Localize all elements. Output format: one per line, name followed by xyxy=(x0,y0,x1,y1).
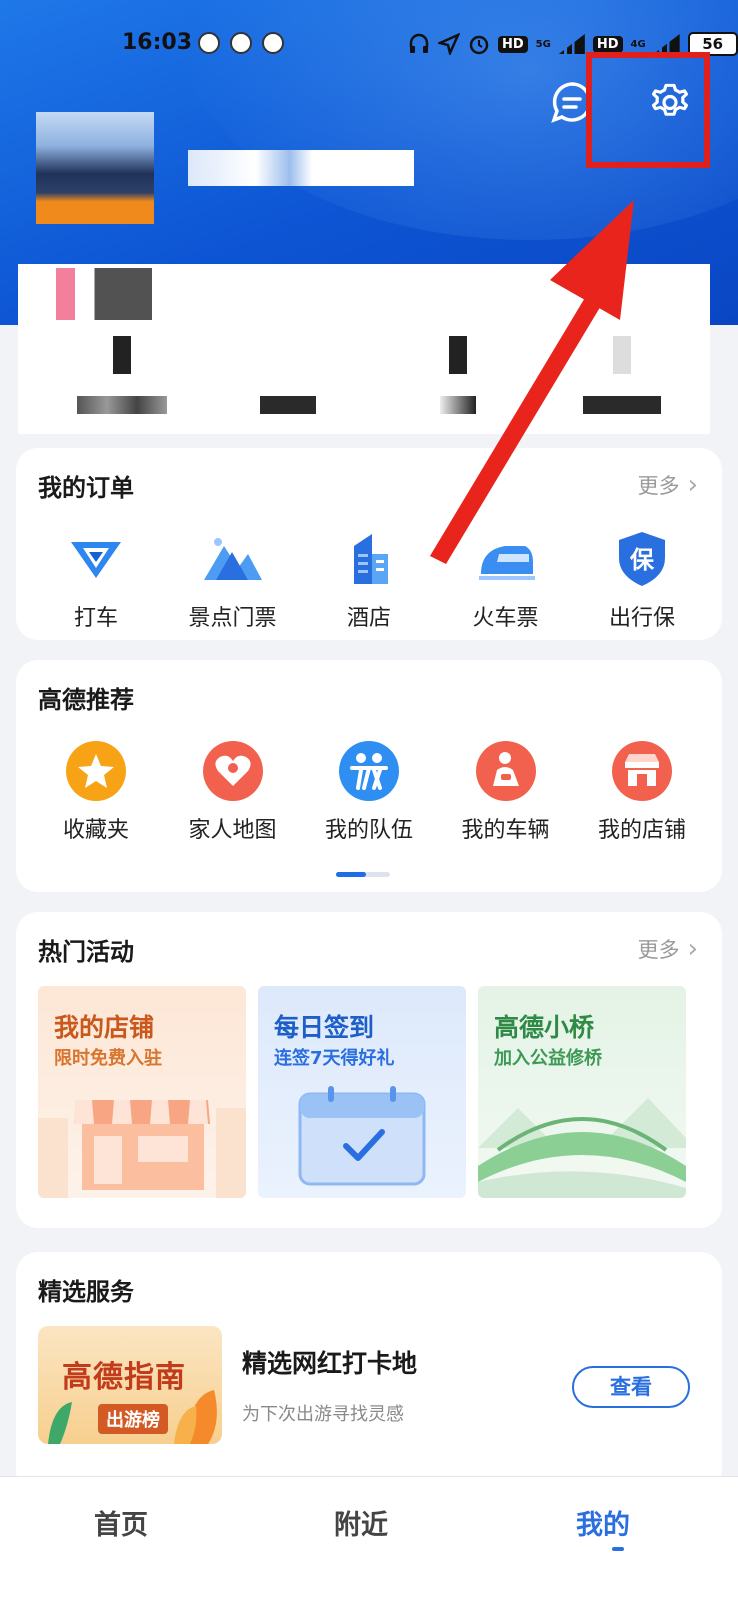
bottom-navigation: 首页 附近 我的 xyxy=(0,1476,738,1600)
user-level-redacted xyxy=(56,268,152,320)
network-5g-label: 5G xyxy=(535,38,551,50)
avatar[interactable] xyxy=(36,112,154,224)
headset-icon xyxy=(409,33,429,53)
shop-icon xyxy=(612,741,672,801)
username-redacted xyxy=(188,150,414,186)
hot-activities-card: 热门活动 更多 我的店铺 限时免费入驻 每日签到 连签7天得好礼 高德小桥 加入… xyxy=(16,912,722,1228)
settings-highlight-box xyxy=(586,52,710,168)
services-title: 精选服务 xyxy=(38,1278,134,1306)
red-arrow-annotation xyxy=(430,200,634,564)
recommend-title: 高德推荐 xyxy=(38,686,134,714)
bridge-illustration xyxy=(478,1098,686,1198)
signal-icon-2 xyxy=(653,34,680,54)
recommend-my-shop[interactable]: 我的店铺 xyxy=(574,740,710,844)
nav-home[interactable]: 首页 xyxy=(94,1503,148,1542)
heart-icon xyxy=(202,741,263,801)
service-subtitle: 为下次出游寻找灵感 xyxy=(242,1404,404,1425)
recommend-my-vehicle[interactable]: 我的车辆 xyxy=(438,740,574,844)
shop-illustration xyxy=(38,1100,246,1198)
promo-amap-bridge[interactable]: 高德小桥 加入公益修桥 xyxy=(478,986,686,1198)
mountain-icon xyxy=(203,538,262,580)
notification-icon xyxy=(198,32,220,54)
network-4g-label: 4G xyxy=(630,38,646,50)
leaf-decoration-icon xyxy=(48,1390,217,1444)
team-icon xyxy=(339,741,399,801)
promo-daily-checkin[interactable]: 每日签到 连签7天得好礼 xyxy=(258,986,466,1198)
star-icon xyxy=(66,741,126,801)
nav-mine[interactable]: 我的 xyxy=(576,1503,630,1542)
hd-badge: HD xyxy=(498,35,528,53)
location-arrow-icon xyxy=(438,33,460,55)
chat-notification-icon xyxy=(230,32,252,54)
car-icon xyxy=(475,741,536,801)
order-hotel[interactable]: 酒店 xyxy=(301,528,437,632)
selected-services-card: 精选服务 高德指南 出游榜 精选网红打卡地 为下次出游寻找灵感 查看 xyxy=(16,1252,722,1492)
alarm-icon xyxy=(469,35,489,55)
order-taxi[interactable]: 打车 xyxy=(28,528,164,632)
view-button[interactable]: 查看 xyxy=(572,1366,690,1408)
guide-thumbnail[interactable]: 高德指南 出游榜 xyxy=(38,1326,222,1444)
hotel-icon xyxy=(354,534,388,584)
order-scenic-tickets[interactable]: 景点门票 xyxy=(165,528,301,632)
recommend-family-map[interactable]: 家人地图 xyxy=(165,740,301,844)
promo-my-shop[interactable]: 我的店铺 限时免费入驻 xyxy=(38,986,246,1198)
activities-title: 热门活动 xyxy=(38,938,134,966)
calendar-illustration xyxy=(298,1086,426,1186)
page-indicator xyxy=(336,872,390,877)
orders-title: 我的订单 xyxy=(38,474,134,502)
stat-item[interactable] xyxy=(52,336,192,414)
status-time: 16:03 xyxy=(122,30,193,55)
app-notification-icon xyxy=(262,32,284,54)
service-title: 精选网红打卡地 xyxy=(242,1349,418,1378)
recommend-card: 高德推荐 收藏夹 家人地图 我的队伍 我的车辆 我的店铺 xyxy=(16,660,722,892)
activities-more-link[interactable]: 更多 xyxy=(638,934,698,964)
hd-badge-2: HD xyxy=(592,35,623,53)
recommend-my-team[interactable]: 我的队伍 xyxy=(301,740,437,844)
taxi-icon xyxy=(71,542,121,578)
stat-item[interactable] xyxy=(218,336,358,414)
recommend-favorites[interactable]: 收藏夹 xyxy=(28,740,164,844)
signal-icon xyxy=(558,34,585,54)
nav-active-indicator xyxy=(612,1547,624,1551)
nav-nearby[interactable]: 附近 xyxy=(334,1503,388,1542)
